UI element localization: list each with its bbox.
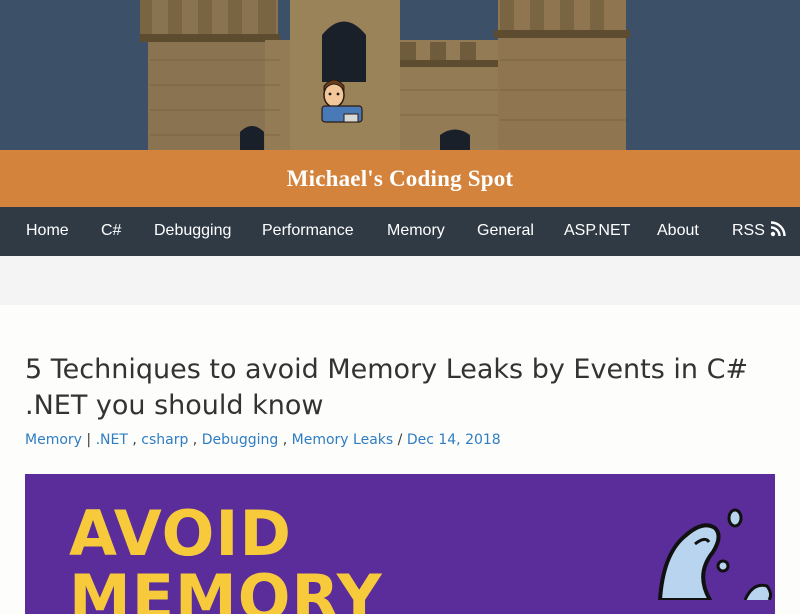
castle-illustration	[140, 0, 630, 150]
meta-separator: ,	[188, 432, 202, 448]
nav-item-rss[interactable]: RSS	[732, 207, 786, 256]
nav-item-csharp[interactable]: C#	[101, 207, 121, 256]
nav-item-performance[interactable]: Performance	[262, 207, 354, 256]
post-meta: Memory | .NET , csharp , Debugging , Mem…	[25, 432, 501, 448]
water-splash-icon	[658, 508, 773, 600]
featured-image: AVOID MEMORY	[25, 474, 775, 614]
nav-item-about[interactable]: About	[657, 207, 699, 256]
meta-tag-link[interactable]: Debugging	[202, 432, 279, 448]
subheader-band	[0, 256, 800, 305]
nav-item-debugging[interactable]: Debugging	[154, 207, 231, 256]
rss-icon	[770, 221, 786, 236]
site-title-bar: Michael's Coding Spot	[0, 150, 800, 207]
post-title[interactable]: 5 Techniques to avoid Memory Leaks by Ev…	[25, 352, 785, 424]
featured-line-2: MEMORY	[69, 561, 383, 614]
nav-item-aspnet[interactable]: ASP.NET	[564, 207, 630, 256]
meta-tag-link[interactable]: Memory Leaks	[292, 432, 394, 448]
nav-item-memory[interactable]: Memory	[387, 207, 445, 256]
meta-tag-link[interactable]: csharp	[141, 432, 188, 448]
main-nav: Home C# Debugging Performance Memory Gen…	[0, 207, 800, 256]
site-title[interactable]: Michael's Coding Spot	[287, 166, 514, 192]
header-banner	[0, 0, 800, 150]
meta-separator: ,	[278, 432, 292, 448]
nav-item-general[interactable]: General	[477, 207, 534, 256]
meta-category-link[interactable]: Memory	[25, 432, 82, 448]
meta-date[interactable]: Dec 14, 2018	[407, 432, 501, 448]
meta-separator: ,	[127, 432, 142, 448]
meta-separator: /	[393, 432, 407, 448]
nav-item-home[interactable]: Home	[26, 207, 69, 256]
meta-separator: |	[81, 432, 96, 448]
nav-item-rss-label: RSS	[732, 222, 765, 239]
featured-image-text: AVOID MEMORY	[69, 502, 383, 614]
featured-line-1: AVOID	[69, 497, 292, 570]
meta-tag-link[interactable]: .NET	[96, 432, 128, 448]
